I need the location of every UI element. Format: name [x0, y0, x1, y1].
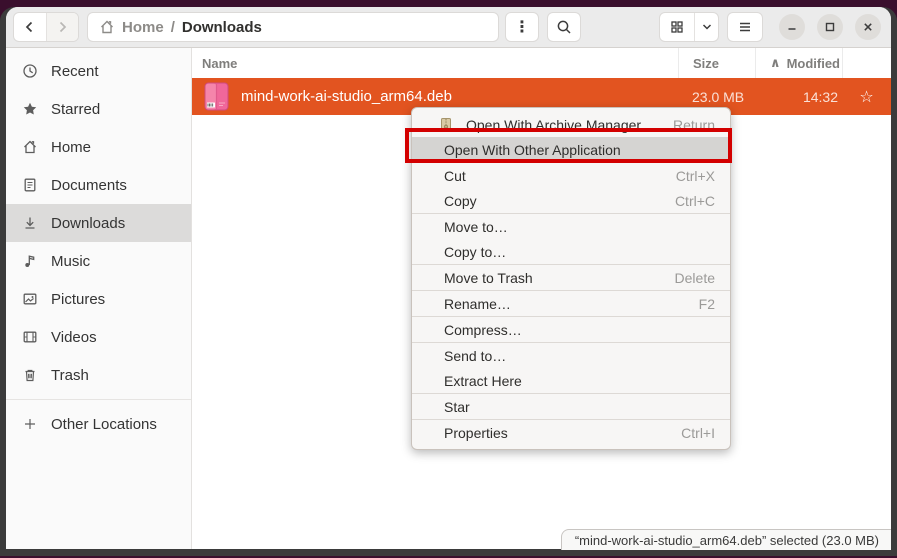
column-headers: Name Size ∧ Modified	[192, 48, 891, 78]
sidebar-item-starred[interactable]: Starred	[6, 90, 191, 128]
headerbar: Home / Downloads ⋮	[6, 7, 891, 48]
menu-item-star[interactable]: Star	[412, 394, 730, 419]
minimize-icon	[785, 20, 799, 34]
sidebar-item-label: Downloads	[51, 215, 125, 232]
sidebar-item-recent[interactable]: Recent	[6, 52, 191, 90]
kebab-icon: ⋮	[514, 17, 530, 37]
path-segment-current[interactable]: Downloads	[182, 19, 262, 36]
path-segment-home[interactable]: Home	[122, 19, 164, 36]
search-icon	[556, 19, 573, 36]
location-menu-button[interactable]: ⋮	[505, 12, 539, 42]
sidebar-item-label: Other Locations	[51, 416, 157, 433]
hamburger-icon	[737, 19, 753, 35]
column-header-size[interactable]: Size	[678, 48, 755, 78]
menu-item-send-to[interactable]: Send to…	[412, 343, 730, 368]
path-separator: /	[171, 19, 175, 36]
pictures-icon	[22, 291, 38, 307]
home-icon	[22, 139, 38, 155]
menu-item-move-to[interactable]: Move to…	[412, 214, 730, 239]
chevron-left-icon	[22, 19, 38, 35]
status-bar: “mind-work-ai-studio_arm64.deb” selected…	[561, 529, 891, 550]
menu-item-extract-here[interactable]: Extract Here	[412, 368, 730, 393]
chevron-down-icon	[700, 20, 714, 34]
search-button[interactable]	[547, 12, 581, 42]
sidebar-item-label: Documents	[51, 177, 127, 194]
menu-item-rename[interactable]: Rename… F2	[412, 291, 730, 316]
grid-view-icon	[669, 19, 685, 35]
menu-item-copy[interactable]: Copy Ctrl+C	[412, 188, 730, 213]
close-icon	[861, 20, 875, 34]
menu-item-move-to-trash[interactable]: Move to Trash Delete	[412, 265, 730, 290]
sidebar-item-downloads[interactable]: Downloads	[6, 204, 191, 242]
column-header-star	[842, 48, 891, 78]
sidebar-item-trash[interactable]: Trash	[6, 356, 191, 394]
file-modified: 14:32	[755, 89, 842, 105]
sidebar-item-pictures[interactable]: Pictures	[6, 280, 191, 318]
menu-item-cut[interactable]: Cut Ctrl+X	[412, 163, 730, 188]
sidebar-item-label: Recent	[51, 63, 99, 80]
view-toggle-split-button	[659, 12, 719, 42]
context-menu: Open With Archive Manager Return Open Wi…	[411, 107, 731, 450]
window-controls	[779, 14, 881, 40]
music-icon	[22, 253, 38, 269]
file-size: 23.0 MB	[678, 89, 755, 105]
path-bar[interactable]: Home / Downloads	[87, 12, 499, 42]
menu-item-open-with-archive-manager[interactable]: Open With Archive Manager Return	[412, 112, 730, 137]
deb-package-icon	[204, 82, 229, 111]
minimize-button[interactable]	[779, 14, 805, 40]
sidebar-separator	[6, 399, 191, 400]
column-header-modified[interactable]: ∧ Modified	[755, 48, 842, 78]
home-icon	[99, 19, 115, 35]
sidebar-item-label: Pictures	[51, 291, 105, 308]
back-button[interactable]	[14, 13, 46, 41]
trash-icon	[22, 367, 38, 383]
sidebar-item-documents[interactable]: Documents	[6, 166, 191, 204]
nav-button-group	[13, 12, 79, 42]
file-name: mind-work-ai-studio_arm64.deb	[241, 88, 452, 105]
sidebar-item-label: Videos	[51, 329, 97, 346]
sidebar-item-label: Music	[51, 253, 90, 270]
maximize-icon	[823, 20, 837, 34]
documents-icon	[22, 177, 38, 193]
menu-item-properties[interactable]: Properties Ctrl+I	[412, 420, 730, 445]
downloads-icon	[22, 215, 38, 231]
close-button[interactable]	[855, 14, 881, 40]
videos-icon	[22, 329, 38, 345]
chevron-right-icon	[54, 19, 70, 35]
maximize-button[interactable]	[817, 14, 843, 40]
sidebar-item-label: Home	[51, 139, 91, 156]
menu-item-compress[interactable]: Compress…	[412, 317, 730, 342]
menu-item-open-with-other-application[interactable]: Open With Other Application	[412, 137, 730, 162]
grid-view-button[interactable]	[660, 13, 694, 41]
star-icon	[22, 101, 38, 117]
sidebar-item-home[interactable]: Home	[6, 128, 191, 166]
sidebar-item-label: Starred	[51, 101, 100, 118]
archive-manager-icon	[438, 117, 454, 133]
recent-icon	[22, 63, 38, 79]
sidebar-item-label: Trash	[51, 367, 89, 384]
sort-ascending-icon: ∧	[770, 55, 781, 71]
selection-status-text: “mind-work-ai-studio_arm64.deb” selected…	[575, 533, 879, 548]
star-toggle[interactable]: ☆	[842, 87, 891, 107]
sidebar-item-music[interactable]: Music	[6, 242, 191, 280]
sidebar-item-other-locations[interactable]: Other Locations	[6, 405, 191, 443]
view-options-button[interactable]	[694, 13, 718, 41]
main-menu-button[interactable]	[727, 12, 763, 42]
column-header-name[interactable]: Name	[192, 56, 678, 71]
sidebar: Recent Starred Home Documents Downloads …	[6, 48, 192, 549]
desktop: { "header": { "path": { "home": "Home", …	[0, 0, 897, 558]
plus-icon	[22, 416, 38, 432]
forward-button[interactable]	[46, 13, 78, 41]
sidebar-item-videos[interactable]: Videos	[6, 318, 191, 356]
star-outline-icon: ☆	[859, 89, 873, 106]
menu-item-copy-to[interactable]: Copy to…	[412, 239, 730, 264]
